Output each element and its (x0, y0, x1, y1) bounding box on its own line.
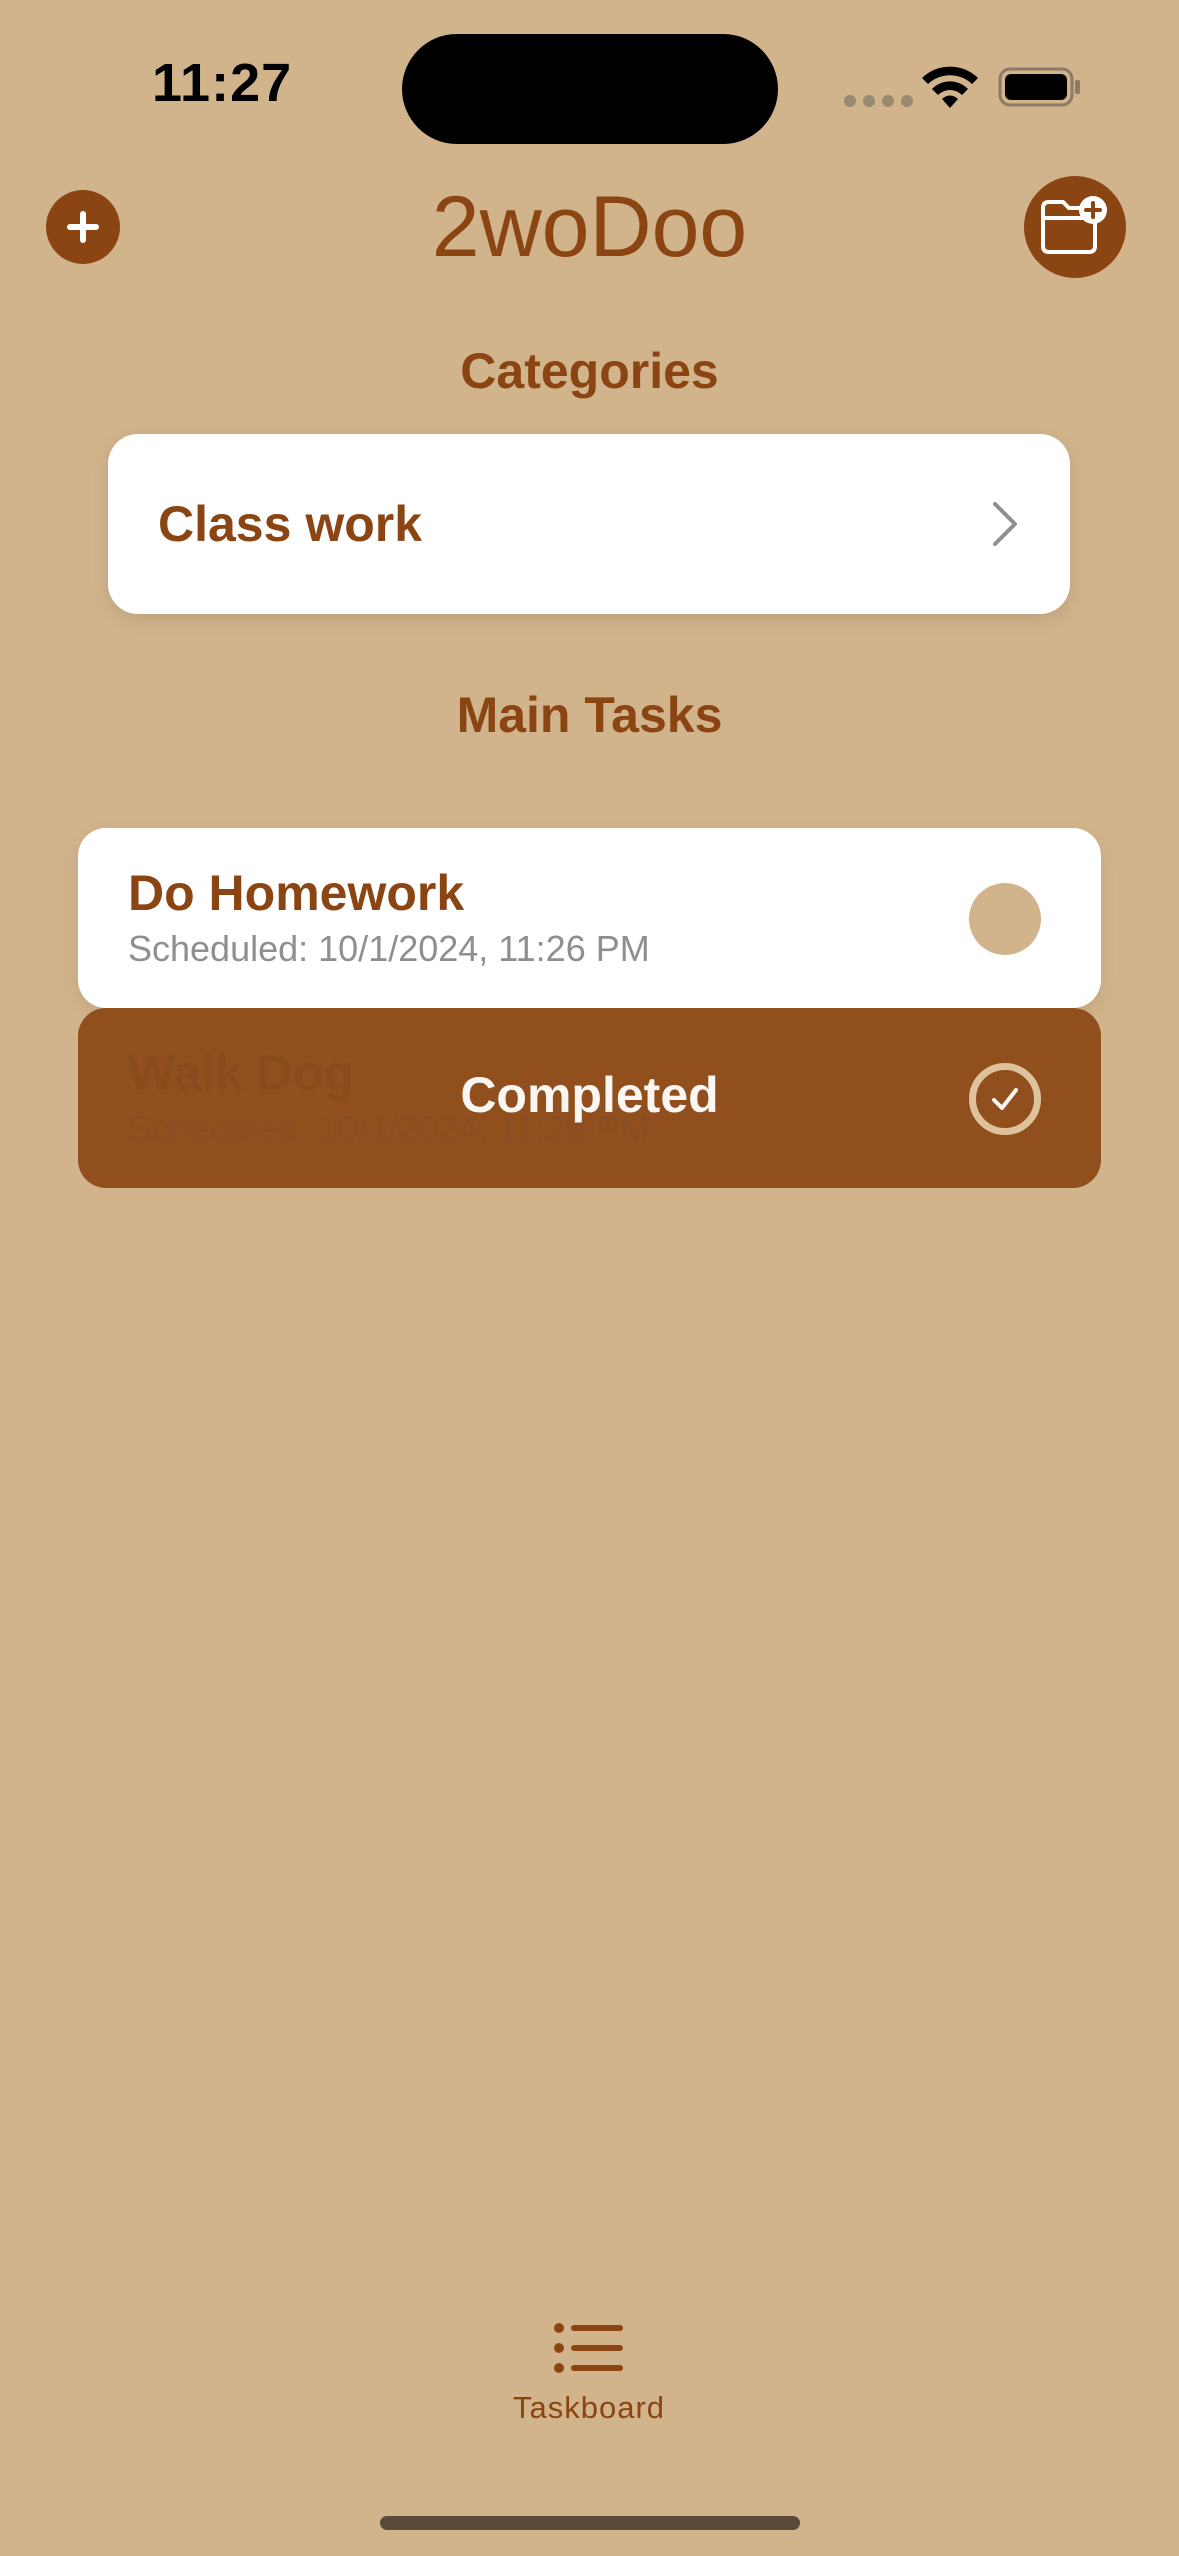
task-title: Do Homework (128, 865, 465, 921)
screen: 11:27 2woDoo Categories Class work Main … (0, 0, 1179, 2556)
home-indicator[interactable] (380, 2516, 800, 2530)
main-tasks-heading: Main Tasks (456, 687, 723, 743)
task-complete-toggle[interactable] (969, 883, 1041, 955)
dynamic-island (402, 34, 778, 144)
task-scheduled: Scheduled: 10/1/2024, 11:26 PM (128, 928, 650, 969)
list-bullet-icon (554, 2323, 623, 2373)
battery-icon (998, 67, 1080, 107)
folder-badge-plus-icon (1041, 196, 1107, 254)
category-label: Class work (158, 496, 423, 552)
wifi-icon (922, 66, 978, 108)
cellular-signal-icon (844, 95, 913, 107)
chevron-right-icon (993, 502, 1017, 546)
tab-label: Taskboard (512, 2390, 666, 2425)
app-title: 2woDoo (431, 179, 748, 275)
task-row[interactable]: Do Homework Scheduled: 10/1/2024, 11:26 … (78, 828, 1101, 1008)
task-complete-toggle[interactable] (969, 1063, 1041, 1135)
category-item-class-work[interactable]: Class work (108, 434, 1070, 614)
status-time: 11:27 (152, 53, 293, 113)
categories-heading: Categories (460, 343, 719, 399)
add-category-button[interactable] (1024, 176, 1126, 278)
checkmark-icon (992, 1088, 1018, 1110)
completed-label: Completed (460, 1067, 719, 1123)
tab-taskboard[interactable]: Taskboard (489, 2320, 689, 2460)
task-row[interactable]: Walk Dog Scheduled: 10/1/2024, 11:26 PM … (78, 1008, 1101, 1188)
